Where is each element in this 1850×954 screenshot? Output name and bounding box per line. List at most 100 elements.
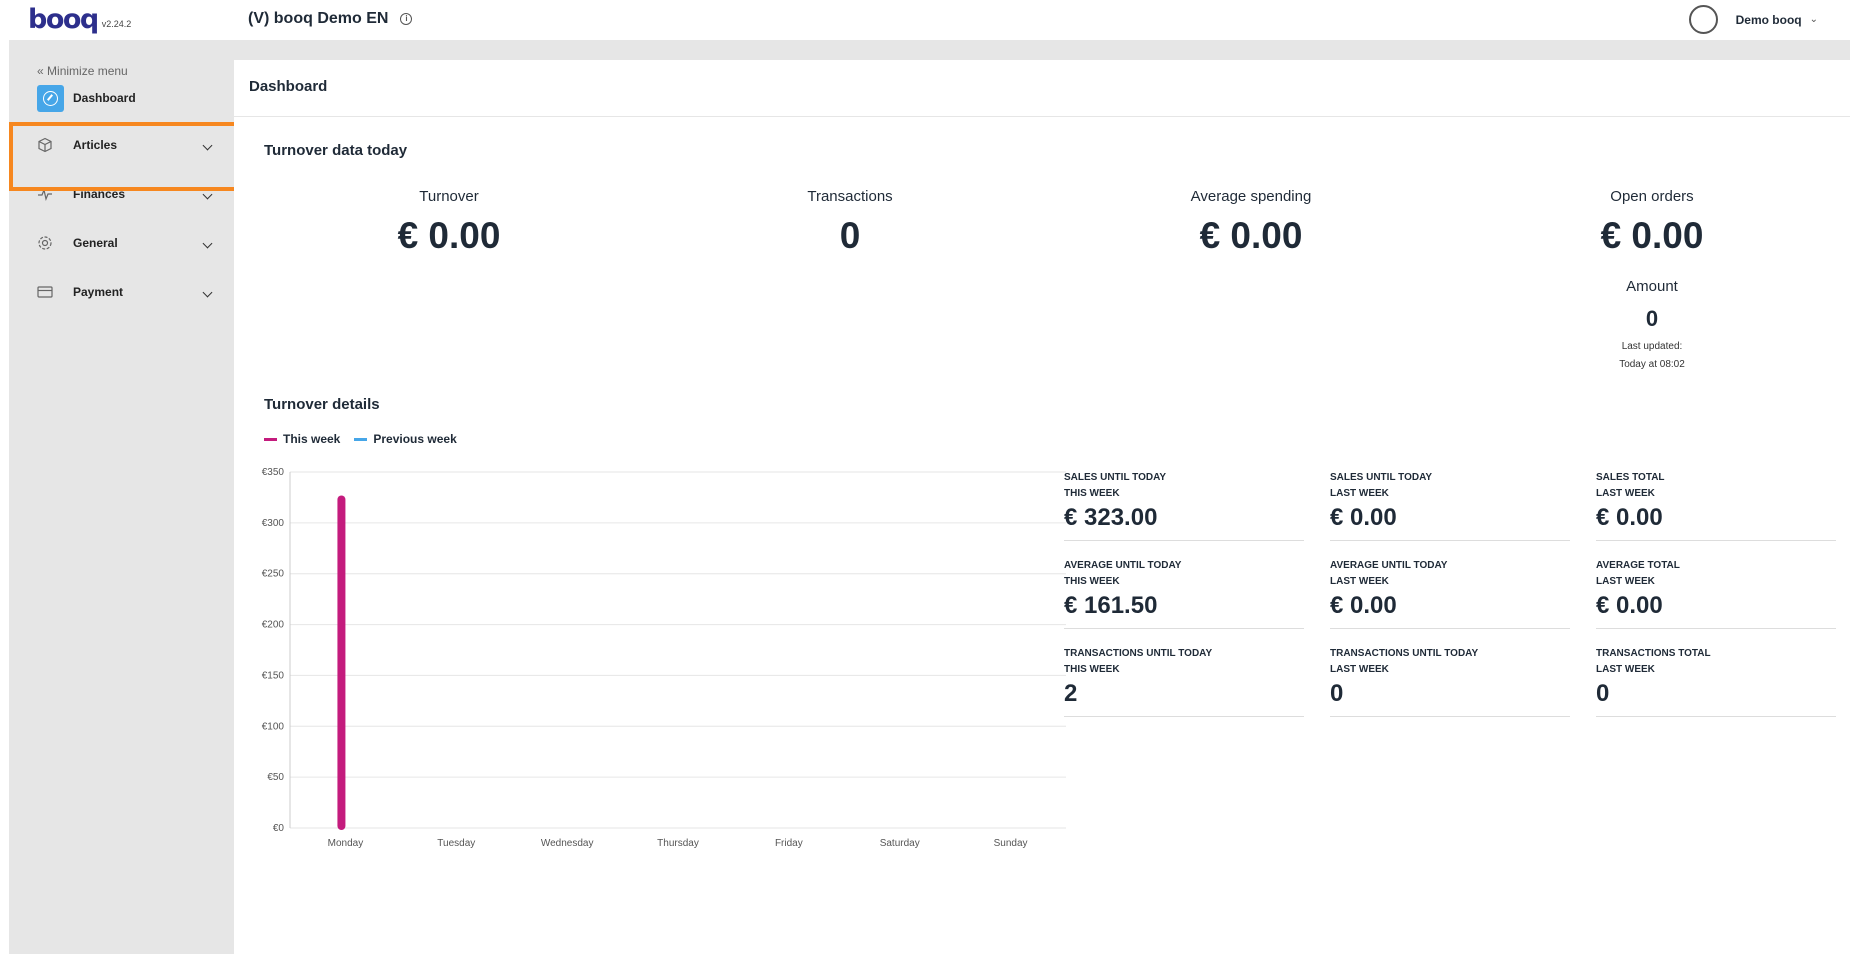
amount-value: 0 (1645, 306, 1659, 331)
x-tick-label: Wednesday (541, 838, 594, 849)
compass-icon (37, 84, 64, 112)
stat-divider (1596, 628, 1836, 629)
stat-card: AVERAGE TOTAL LAST WEEK € 0.00 (1596, 558, 1836, 629)
gear-icon (37, 235, 53, 251)
kpi-average-spending: Average spending € 0.00 (1101, 188, 1401, 257)
stat-card: SALES TOTAL LAST WEEK € 0.00 (1596, 470, 1836, 541)
sidebar-item-label: Payment (73, 285, 124, 299)
username: Demo booq (1735, 12, 1802, 27)
stat-card: SALES UNTIL TODAY LAST WEEK € 0.00 (1330, 470, 1570, 541)
sidebar-item-label: General (73, 236, 118, 250)
stat-label: TRANSACTIONS TOTAL (1596, 648, 1711, 659)
stat-period: LAST WEEK (1330, 488, 1389, 499)
double-chevron-left-icon: « (37, 64, 44, 78)
y-tick-label: €200 (262, 620, 285, 631)
venue-selector[interactable]: (V) booq Demo EN i (248, 10, 413, 28)
stat-label: AVERAGE TOTAL (1596, 560, 1680, 571)
legend-this-week[interactable]: This week (264, 432, 340, 446)
minimize-menu-label: Minimize menu (47, 64, 128, 78)
stat-card: AVERAGE UNTIL TODAY LAST WEEK € 0.00 (1330, 558, 1570, 629)
top-bar: booq v2.24.2 (V) booq Demo EN i Demo boo… (0, 0, 1850, 40)
y-tick-label: €150 (262, 670, 285, 681)
stat-period: LAST WEEK (1596, 576, 1655, 587)
stat-value: 0 (1330, 680, 1344, 707)
legend-label: Previous week (373, 432, 457, 446)
y-tick-label: €100 (262, 721, 285, 732)
stat-divider (1064, 716, 1304, 717)
stat-divider (1064, 628, 1304, 629)
stat-value: € 161.50 (1064, 592, 1158, 619)
logo-text: booq (28, 4, 99, 35)
kpi-value: € 0.00 (1199, 215, 1303, 256)
stat-card: SALES UNTIL TODAY THIS WEEK € 323.00 (1064, 470, 1304, 541)
stat-divider (1596, 540, 1836, 541)
minimize-menu-button[interactable]: « Minimize menu (37, 64, 128, 78)
sidebar-item-general[interactable]: General (9, 223, 234, 263)
turnover-details-title: Turnover details (264, 396, 380, 413)
sidebar-item-label: Dashboard (73, 91, 136, 105)
stat-divider (1596, 716, 1836, 717)
last-updated-label: Last updated: (1621, 341, 1683, 352)
y-tick-label: €0 (273, 823, 285, 834)
stat-label: SALES UNTIL TODAY (1064, 472, 1167, 483)
x-tick-label: Monday (328, 838, 364, 849)
stat-period: THIS WEEK (1064, 664, 1120, 675)
stat-period: LAST WEEK (1596, 664, 1655, 675)
stat-label: TRANSACTIONS UNTIL TODAY (1330, 648, 1479, 659)
sidebar: « Minimize menu Dashboard Articles Finan… (9, 60, 234, 954)
main-panel: Dashboard Turnover data today Turnover €… (234, 60, 1850, 954)
stat-card: TRANSACTIONS TOTAL LAST WEEK 0 (1596, 646, 1836, 717)
x-tick-label: Saturday (880, 838, 920, 849)
app-version: v2.24.2 (101, 19, 132, 29)
stat-label: SALES TOTAL (1596, 472, 1665, 483)
stat-value: € 0.00 (1330, 592, 1397, 619)
header-divider (234, 116, 1850, 117)
stat-value: 2 (1064, 680, 1078, 707)
stat-divider (1330, 716, 1570, 717)
chart-legend: This week Previous week (264, 432, 471, 446)
articles-highlight-box (9, 122, 244, 191)
stat-period: LAST WEEK (1330, 664, 1389, 675)
stat-label: TRANSACTIONS UNTIL TODAY (1064, 648, 1213, 659)
kpi-label: Average spending (1190, 188, 1312, 205)
stat-card: TRANSACTIONS UNTIL TODAY LAST WEEK 0 (1330, 646, 1570, 717)
stat-label: SALES UNTIL TODAY (1330, 472, 1433, 483)
x-tick-label: Friday (775, 838, 803, 849)
stat-divider (1330, 540, 1570, 541)
stat-divider (1064, 540, 1304, 541)
kpi-open-orders: Open orders € 0.00 (1502, 188, 1802, 257)
stat-card: TRANSACTIONS UNTIL TODAY THIS WEEK 2 (1064, 646, 1304, 717)
legend-swatch (264, 437, 277, 441)
stat-period: THIS WEEK (1064, 488, 1120, 499)
kpi-value: € 0.00 (1600, 215, 1704, 256)
stat-period: LAST WEEK (1330, 576, 1389, 587)
page-title: Dashboard (249, 78, 328, 95)
sidebar-item-payment[interactable]: Payment (9, 272, 234, 312)
stat-divider (1330, 628, 1570, 629)
booq-logo[interactable]: booq v2.24.2 (28, 6, 131, 33)
x-tick-label: Tuesday (437, 838, 475, 849)
y-tick-label: €300 (262, 518, 285, 529)
stat-card: AVERAGE UNTIL TODAY THIS WEEK € 161.50 (1064, 558, 1304, 629)
sidebar-item-dashboard[interactable]: Dashboard (9, 78, 234, 118)
turnover-today-title: Turnover data today (264, 142, 408, 159)
last-updated-value: Today at 08:02 (1619, 359, 1685, 370)
stat-value: € 0.00 (1596, 592, 1663, 619)
stat-period: THIS WEEK (1064, 576, 1120, 587)
kpi-turnover: Turnover € 0.00 (299, 188, 599, 257)
chevron-down-icon (202, 238, 213, 248)
legend-previous-week[interactable]: Previous week (354, 432, 457, 446)
y-tick-label: €50 (267, 772, 284, 783)
kpi-label: Open orders (1610, 188, 1694, 205)
kpi-label: Transactions (807, 188, 893, 205)
card-icon (37, 284, 53, 300)
stat-period: LAST WEEK (1596, 488, 1655, 499)
info-icon[interactable]: i (400, 13, 413, 25)
x-tick-label: Sunday (994, 838, 1028, 849)
stat-label: AVERAGE UNTIL TODAY (1064, 560, 1182, 571)
stat-value: € 323.00 (1064, 504, 1158, 531)
y-tick-label: €350 (262, 467, 285, 478)
stat-value: 0 (1596, 680, 1610, 707)
avatar[interactable] (1688, 5, 1718, 34)
user-menu[interactable]: Demo booq ⌄ (1688, 5, 1850, 34)
